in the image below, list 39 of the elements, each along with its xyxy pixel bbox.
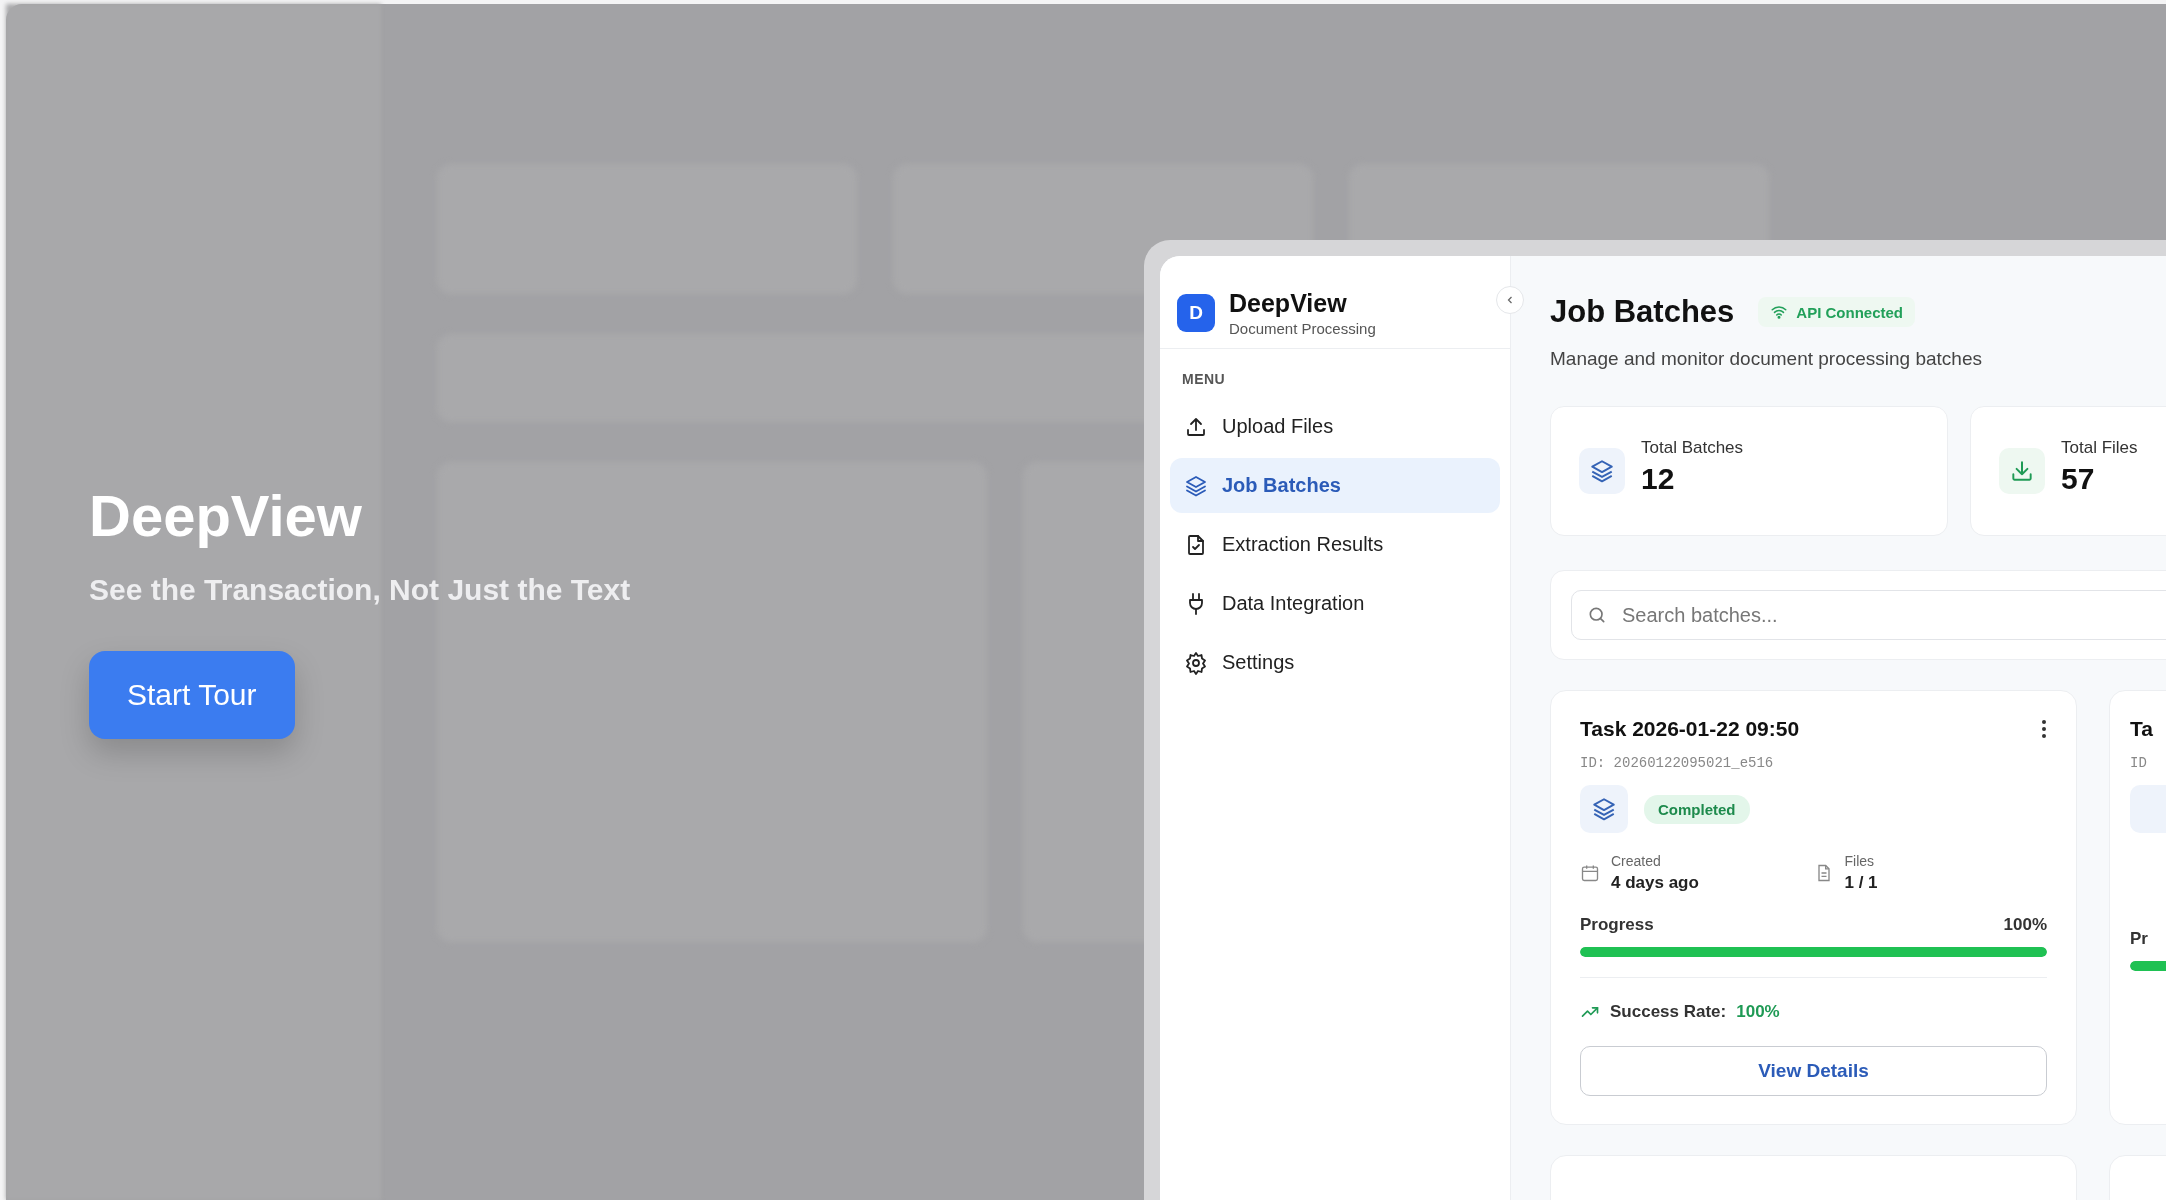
stat-value: 12 — [1641, 462, 1676, 496]
more-icon[interactable] — [2041, 719, 2047, 739]
stat-label: Total Files — [2061, 438, 2138, 458]
calendar-icon — [1580, 863, 1600, 883]
menu-item[interactable]: Settings — [1170, 635, 1500, 690]
hero-title: DeepView — [89, 482, 362, 549]
batch-title: Ta — [2130, 717, 2153, 741]
search-field[interactable]: Search batches... — [1571, 590, 2166, 640]
hero-tagline: See the Transaction, Not Just the Text — [89, 573, 631, 607]
menu-item[interactable]: Data Integration — [1170, 576, 1500, 631]
stat-label: Total Batches — [1641, 438, 1744, 458]
batch-title: Task 2026-01-22 09:50 — [1580, 717, 1800, 741]
batch-id: ID: 20260122095021_e516 — [1580, 755, 1775, 771]
view-details-button[interactable]: View Details — [1580, 1046, 2047, 1096]
menu-item[interactable]: Upload Files — [1170, 399, 1500, 454]
app-name: DeepView — [1229, 289, 1348, 318]
batch-id: ID — [2130, 755, 2147, 771]
status-badge: Completed — [1644, 794, 1750, 824]
page-title: Job Batches — [1550, 294, 1735, 330]
success-label: Success Rate: — [1610, 1002, 1727, 1022]
meta-value: 4 days ago — [1611, 873, 1699, 893]
app-subtitle: Document Processing — [1229, 320, 1376, 337]
settings-icon — [1184, 650, 1208, 675]
menu-item[interactable]: Job Batches — [1170, 458, 1500, 513]
progress-value: 100% — [2003, 915, 2047, 935]
meta-label: Created — [1611, 853, 1662, 869]
api-status-badge: API Connected — [1758, 297, 1916, 327]
meta-label: Files — [1844, 853, 1876, 869]
menu-heading: MENU — [1181, 370, 1227, 389]
logo-icon: D — [1177, 294, 1215, 332]
start-tour-button[interactable]: Start Tour — [89, 651, 295, 739]
stat-value: 57 — [2061, 462, 2096, 496]
wifi-icon — [1770, 303, 1789, 321]
progress-label: Progress — [1580, 915, 1654, 935]
menu-item[interactable]: Extraction Results — [1170, 517, 1500, 572]
meta-value: 1 / 1 — [1844, 873, 1878, 893]
progress-label: Pr — [2130, 929, 2148, 949]
success-value: 100% — [1736, 1002, 1780, 1022]
page-subtitle: Manage and monitor document processing batches — [1550, 348, 1983, 370]
